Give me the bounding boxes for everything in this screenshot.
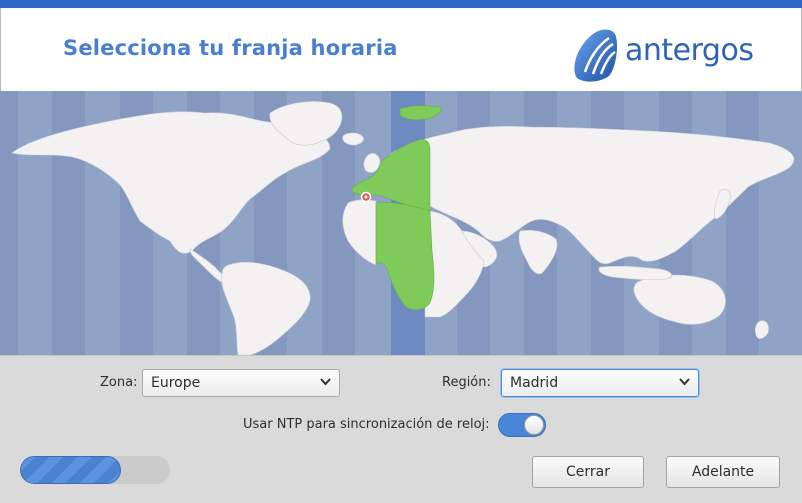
zone-value: Europe [151,375,201,391]
next-button[interactable]: Adelante [666,456,780,488]
timezone-map[interactable] [0,91,802,355]
page-title: Selecciona tu franja horaria [63,36,398,60]
chevron-down-icon [679,378,690,386]
iceland [342,132,365,146]
top-accent-bar [0,0,802,8]
zone-label: Zona: [100,375,138,390]
ntp-label: Usar NTP para sincronización de reloj: [243,417,490,432]
header: Selecciona tu franja horaria antergos [0,8,802,91]
toggle-knob[interactable] [524,415,544,435]
region-select[interactable]: Madrid [501,369,699,397]
location-marker[interactable] [360,191,372,203]
region-value: Madrid [510,375,559,391]
close-button[interactable]: Cerrar [532,456,644,488]
antergos-logo-icon [574,29,617,82]
logo-text: antergos [625,33,754,68]
region-label: Región: [442,375,491,390]
progress-bar-fill [20,456,121,484]
progress-bar [20,456,170,484]
chevron-down-icon [320,378,331,386]
ntp-toggle-switch[interactable] [498,413,546,437]
zone-select[interactable]: Europe [142,369,340,397]
